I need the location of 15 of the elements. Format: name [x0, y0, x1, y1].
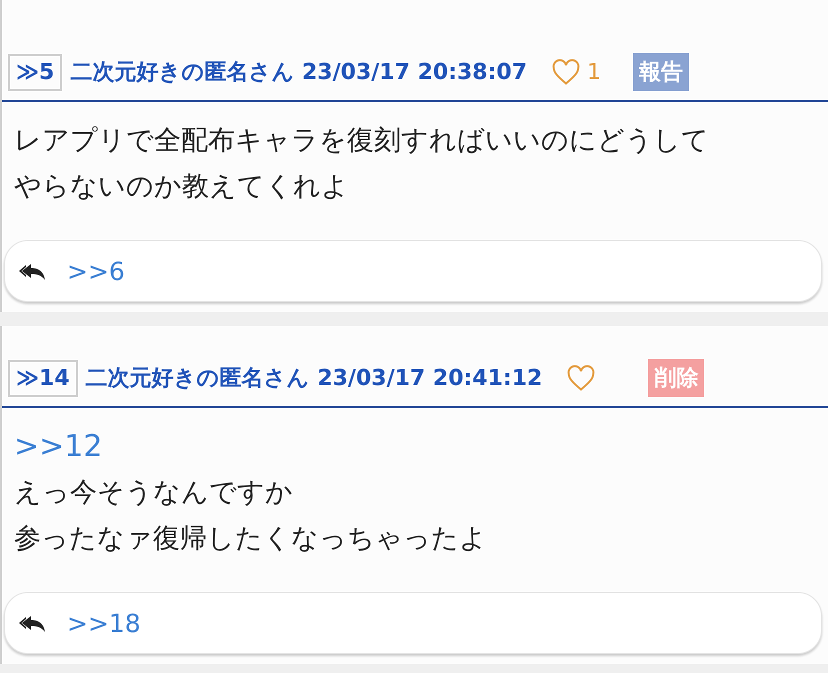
- post-number[interactable]: ≫14: [8, 360, 78, 396]
- post-text-line: 参ったなァ復帰したくなっちゃったよ: [14, 522, 488, 556]
- reply-all-icon[interactable]: [19, 613, 47, 633]
- reply-link[interactable]: >>6: [67, 256, 125, 286]
- reply-all-icon[interactable]: [19, 261, 47, 281]
- poster-name-date: 二次元好きの匿名さん 23/03/17 20:38:07: [70, 59, 528, 87]
- like-count: 1: [587, 60, 602, 84]
- anchor-link[interactable]: >>12: [14, 424, 816, 470]
- report-button[interactable]: 報告: [633, 53, 690, 91]
- post-text-line: えっ今そうなんですか: [14, 476, 294, 510]
- poster-name-date: 二次元好きの匿名さん 23/03/17 20:41:12: [86, 365, 542, 393]
- post-number[interactable]: ≫5: [8, 54, 62, 90]
- post-text-line: レアプリで全配布キャラを復刻すればいいのにどうして: [14, 124, 710, 158]
- reply-link[interactable]: >>18: [67, 608, 141, 638]
- post-text-line: やらないのか教えてくれよ: [14, 170, 350, 204]
